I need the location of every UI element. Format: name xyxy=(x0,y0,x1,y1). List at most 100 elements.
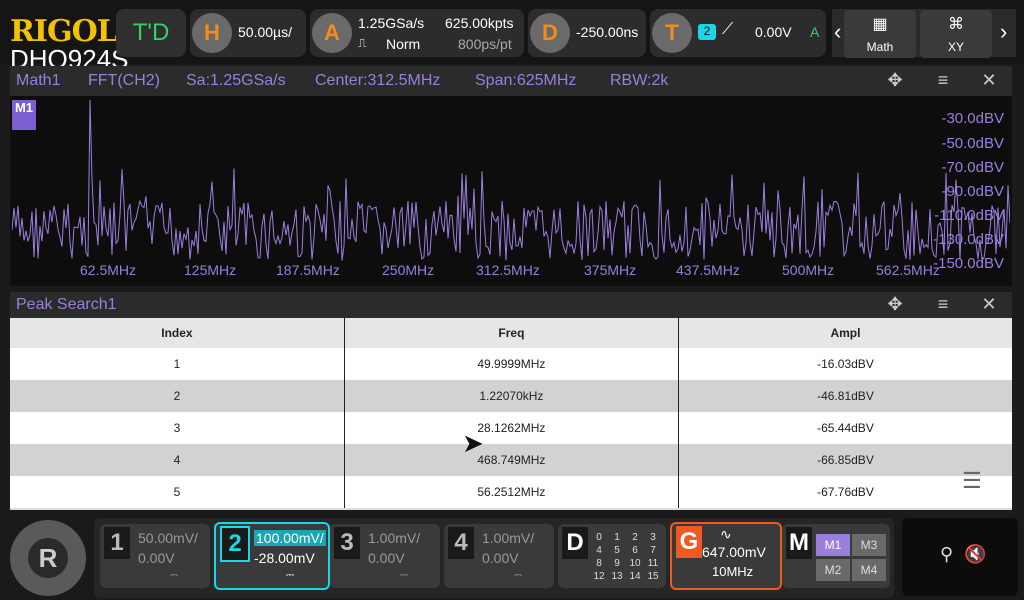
channel-1-offset: 0.00V xyxy=(138,550,175,566)
cell: 5 xyxy=(10,476,345,508)
math-menu[interactable]: M M1 M3 M2 M4 xyxy=(782,524,890,588)
move-window-icon[interactable]: ✥ xyxy=(882,70,908,92)
sine-wave-icon: ∿ xyxy=(720,526,732,542)
x-tick: 375MHz xyxy=(584,262,637,278)
cell: -46.81dBV xyxy=(677,380,1012,412)
move-window-icon[interactable]: ✥ xyxy=(882,294,908,316)
math-m2-button[interactable]: M2 xyxy=(816,559,850,581)
x-tick: 125MHz xyxy=(184,262,237,278)
digital-channels[interactable]: D 0123 4567 8 9 10 11 12 13 14 15 xyxy=(558,524,666,588)
rising-edge-icon: ⟋ xyxy=(722,21,734,38)
cell: 1.22070kHz xyxy=(343,380,679,412)
fft-plot-area[interactable]: M1 -30.0dBV -50.0dBV -70.0dBV -90.0dBV -… xyxy=(12,96,1010,284)
x-tick: 62.5MHz xyxy=(80,262,137,278)
math-window-header: Math1 FFT(CH2) Sa:1.25GSa/s Center:312.5… xyxy=(10,66,1012,96)
math-fft-window: Math1 FFT(CH2) Sa:1.25GSa/s Center:312.5… xyxy=(10,66,1012,286)
trigger-source-badge: 2 xyxy=(698,24,716,40)
close-icon[interactable]: ✕ xyxy=(976,70,1002,92)
table-row[interactable]: 4 468.749MHz -66.85dBV xyxy=(10,444,1012,476)
bit-label: 4 xyxy=(596,545,602,556)
channel-3-offset: 0.00V xyxy=(368,550,405,566)
menu-icon[interactable]: ≡ xyxy=(930,294,956,316)
cell: 56.2512MHz xyxy=(343,476,679,508)
menu-icon[interactable]: ≡ xyxy=(930,70,956,92)
generator[interactable]: G ∿ 647.00mV 10MHz xyxy=(670,522,782,590)
table-row[interactable]: 1 49.9999MHz -16.03dBV xyxy=(10,348,1012,380)
chevron-right-icon[interactable]: › xyxy=(1000,19,1007,45)
y-tick: -130.0dBV xyxy=(933,231,1004,248)
status-area: ⚲ 🔇 xyxy=(902,518,1018,596)
x-tick: 312.5MHz xyxy=(476,262,540,278)
channel-2-scale: 100.00mV/ xyxy=(254,530,326,546)
table-row[interactable]: 5 56.2512MHz -67.76dBV xyxy=(10,476,1012,508)
xy-icon: ⌘ xyxy=(948,16,964,33)
cell: 49.9999MHz xyxy=(343,348,679,380)
channel-4-number: 4 xyxy=(448,527,474,559)
y-tick: -70.0dBV xyxy=(941,159,1004,176)
cell: 468.749MHz xyxy=(343,444,679,476)
collapse-list-icon[interactable]: ☰ xyxy=(962,468,982,494)
math-rbw: RBW:2k xyxy=(610,72,669,89)
cell: 28.1262MHz xyxy=(343,412,679,444)
xy-shortcut-button[interactable]: ⌘ XY xyxy=(920,10,992,58)
xy-shortcut-label: XY xyxy=(947,40,964,54)
x-tick: 187.5MHz xyxy=(276,262,340,278)
channel-4[interactable]: 4 1.00mV/ 0.00V ⎓ xyxy=(444,524,554,588)
column-header-freq: Freq xyxy=(343,318,679,348)
bit-label: 8 xyxy=(596,558,602,569)
channel-2-offset: -28.00mV xyxy=(254,550,315,566)
marker-m1[interactable]: M1 xyxy=(12,100,36,130)
channel-1[interactable]: 1 50.00mV/ 0.00V ⎓ xyxy=(100,524,210,588)
trigger-level: 0.00V xyxy=(755,24,792,40)
bottom-bar: R 1 50.00mV/ 0.00V ⎓ 2 100.00mV/ -28.00m… xyxy=(0,514,1024,600)
peak-table: Index Freq Ampl 1 49.9999MHz -16.03dBV 2 1.… xyxy=(10,318,1012,508)
top-toolbar: RIGOL DHO924S T'D H 50.00µs/ A 1.25GSa/s… xyxy=(0,0,1024,74)
channel-2[interactable]: 2 100.00mV/ -28.00mV ⎓ xyxy=(214,522,330,590)
time-per-point: 800ps/pt xyxy=(458,36,512,52)
bit-label: 0 xyxy=(596,532,602,543)
cell: 3 xyxy=(10,412,345,444)
math-m1-button[interactable]: M1 xyxy=(816,534,850,556)
mute-icon[interactable]: 🔇 xyxy=(964,544,986,565)
peak-search-window: Peak Search1 ✥ ≡ ✕ Index Freq Ampl 1 49.9… xyxy=(10,292,1012,510)
bit-label: 11 xyxy=(647,558,659,569)
mouse-cursor-icon: ➤ xyxy=(462,428,484,458)
bit-label: 9 xyxy=(614,558,620,569)
bit-label: 12 xyxy=(593,571,605,582)
y-tick: -150.0dBV xyxy=(933,255,1004,272)
horizontal-letter: H xyxy=(192,13,232,53)
fft-spectrum-line xyxy=(12,99,1010,262)
acquire-control[interactable]: A 1.25GSa/s ⎍ Norm 625.00kpts 800ps/pt xyxy=(310,9,524,57)
bit-label: 3 xyxy=(650,532,656,543)
channel-4-offset: 0.00V xyxy=(482,550,519,566)
acquire-letter: A xyxy=(312,13,352,53)
horizontal-control[interactable]: H 50.00µs/ xyxy=(190,9,306,57)
cell: 4 xyxy=(10,444,345,476)
cell: 2 xyxy=(10,380,345,412)
chevron-left-icon[interactable]: ‹ xyxy=(834,19,841,45)
math-title: Math1 xyxy=(16,72,61,89)
channel-3[interactable]: 3 1.00mV/ 0.00V ⎓ xyxy=(330,524,440,588)
dc-coupling-icon: ⎓ xyxy=(514,570,522,581)
x-tick: 250MHz xyxy=(382,262,435,278)
math-letter: M xyxy=(786,527,812,559)
delay-control[interactable]: D -250.00ns xyxy=(528,9,646,57)
digital-bit-grid: 0123 4567 8 9 10 11 12 13 14 15 xyxy=(590,532,662,584)
channel-3-scale: 1.00mV/ xyxy=(368,530,421,546)
math-shortcut-button[interactable]: ▦ Math xyxy=(844,10,916,58)
timing-delay-button[interactable]: T'D xyxy=(116,9,186,57)
x-tick: 437.5MHz xyxy=(676,262,740,278)
table-row[interactable]: 2 1.22070kHz -46.81dBV xyxy=(10,380,1012,412)
y-tick: -90.0dBV xyxy=(941,183,1004,200)
rigol-home-icon[interactable]: R xyxy=(10,520,86,596)
bit-label: 2 xyxy=(632,532,638,543)
trigger-letter: T xyxy=(652,13,692,53)
trigger-control[interactable]: T 2 ⟋ 0.00V A xyxy=(650,9,826,57)
delay-value: -250.00ns xyxy=(576,24,639,40)
table-row[interactable]: 3 28.1262MHz -65.44dBV xyxy=(10,412,1012,444)
x-tick: 500MHz xyxy=(782,262,835,278)
close-icon[interactable]: ✕ xyxy=(976,294,1002,316)
cell: -16.03dBV xyxy=(677,348,1012,380)
math-m4-button[interactable]: M4 xyxy=(852,559,886,581)
math-m3-button[interactable]: M3 xyxy=(852,534,886,556)
